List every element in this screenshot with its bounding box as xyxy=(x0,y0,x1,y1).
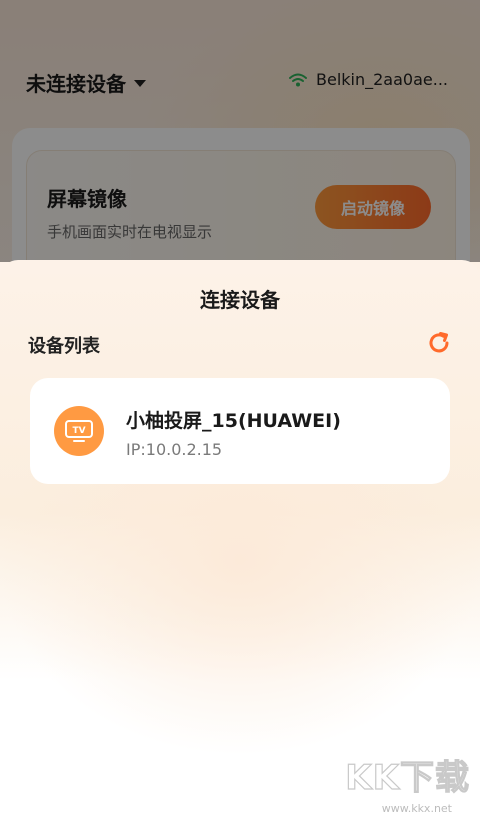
watermark-logo: KK下载 xyxy=(345,757,470,798)
watermark-url: www.kkx.net xyxy=(381,802,452,815)
device-name: 小柚投屏_15(HUAWEI) xyxy=(126,410,341,432)
tv-icon: TV xyxy=(54,406,104,456)
sheet-title: 连接设备 xyxy=(200,288,280,312)
refresh-icon[interactable] xyxy=(426,330,452,356)
connect-device-sheet: 连接设备 设备列表 TV 小柚投屏_15(HUAWEI) IP:10.0.2.1… xyxy=(0,260,480,821)
modal-backdrop[interactable] xyxy=(0,0,480,262)
device-list-label: 设备列表 xyxy=(28,336,100,357)
device-list-item[interactable]: TV 小柚投屏_15(HUAWEI) IP:10.0.2.15 xyxy=(30,378,450,484)
device-ip: IP:10.0.2.15 xyxy=(126,440,223,459)
tv-icon-label: TV xyxy=(72,426,85,436)
watermark: KK下载 www.kkx.net xyxy=(345,750,470,815)
